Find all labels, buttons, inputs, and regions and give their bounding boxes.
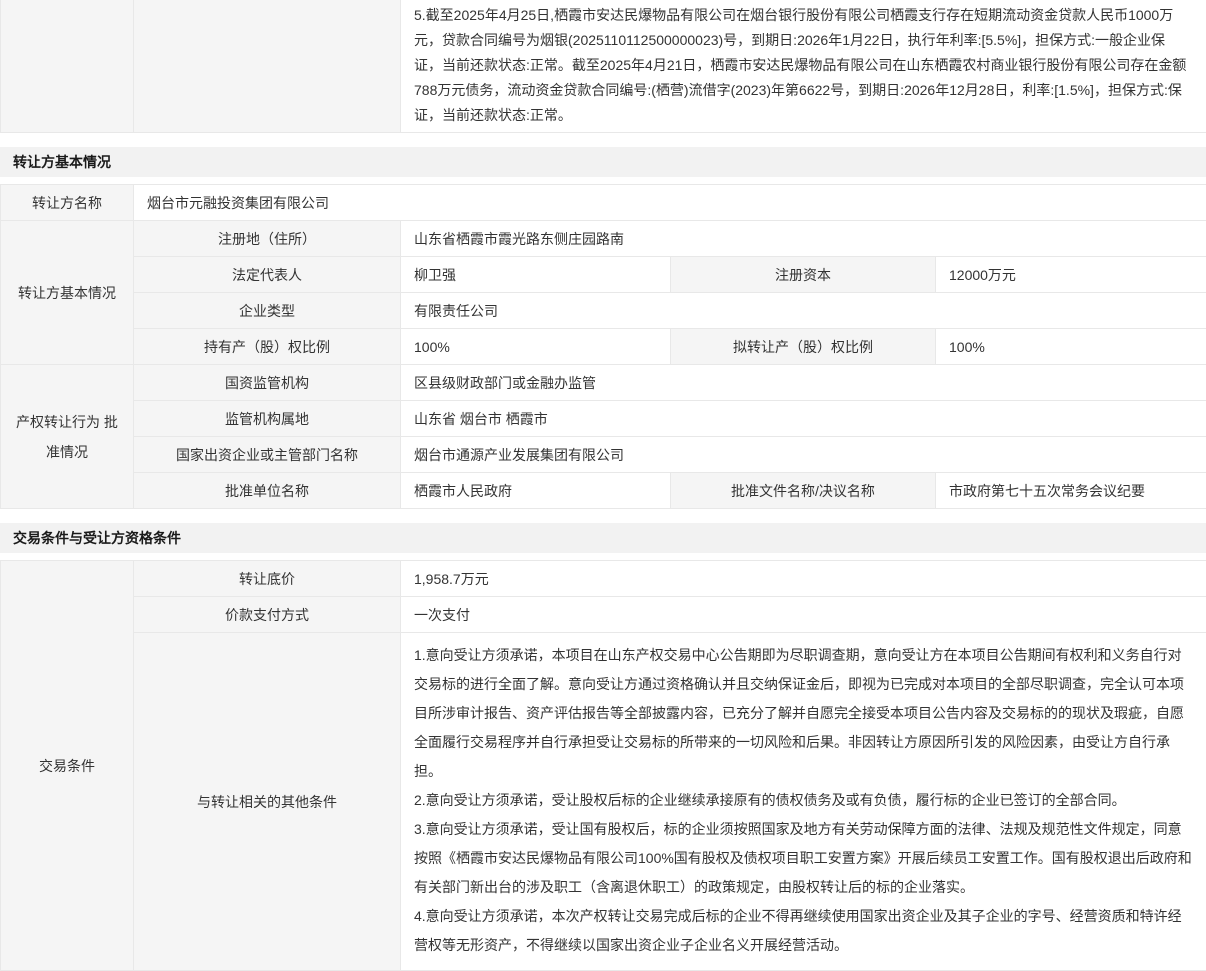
row-value-regulator-region: 山东省 烟台市 栖霞市 [401, 401, 1206, 437]
row-value-transferor-name: 烟台市元融投资集团有限公司 [134, 185, 1206, 221]
row-label-state-funded-enterprise: 国家出资企业或主管部门名称 [134, 437, 401, 473]
row-value-transfer-equity-ratio: 100% [936, 329, 1206, 365]
row-value-payment-method: 一次支付 [401, 597, 1206, 633]
empty-group-label-cell [1, 0, 134, 133]
row-label-registered-address: 注册地（住所） [134, 221, 401, 257]
condition-paragraph-4: 4.意向受让方须承诺，本次产权转让交易完成后标的企业不得再继续使用国家出资企业及… [414, 902, 1193, 960]
top-continuation-table: 5.截至2025年4月25日,栖霞市安达民爆物品有限公司在烟台银行股份有限公司栖… [0, 0, 1206, 133]
table-row: 持有产（股）权比例 100% 拟转让产（股）权比例 100% [1, 329, 1206, 365]
row-label-sasac-regulator: 国资监管机构 [134, 365, 401, 401]
row-value-approval-document: 市政府第七十五次常务会议纪要 [936, 473, 1206, 509]
table-row: 批准单位名称 栖霞市人民政府 批准文件名称/决议名称 市政府第七十五次常务会议纪… [1, 473, 1206, 509]
row-value-legal-representative: 柳卫强 [401, 257, 671, 293]
condition-paragraph-1: 1.意向受让方须承诺，本项目在山东产权交易中心公告期即为尽职调查期，意向受让方在… [414, 641, 1193, 786]
table-row: 转让方名称 烟台市元融投资集团有限公司 [1, 185, 1206, 221]
table-row: 交易条件 转让底价 1,958.7万元 [1, 561, 1206, 597]
table-row: 法定代表人 柳卫强 注册资本 12000万元 [1, 257, 1206, 293]
table-row: 产权转让行为 批准情况 国资监管机构 区县级财政部门或金融办监管 [1, 365, 1206, 401]
section-title-transferor-info: 转让方基本情况 [0, 147, 1206, 177]
row-label-transfer-equity-ratio: 拟转让产（股）权比例 [671, 329, 936, 365]
row-value-registered-address: 山东省栖霞市霞光路东侧庄园路南 [401, 221, 1206, 257]
transaction-conditions-table: 交易条件 转让底价 1,958.7万元 价款支付方式 一次支付 与转让相关的其他… [0, 560, 1206, 971]
group-label-basic-info: 转让方基本情况 [1, 221, 134, 365]
row-value-state-funded-enterprise: 烟台市通源产业发展集团有限公司 [401, 437, 1206, 473]
empty-sub-label-cell [134, 0, 401, 133]
row-label-payment-method: 价款支付方式 [134, 597, 401, 633]
row-label-legal-representative: 法定代表人 [134, 257, 401, 293]
row-label-approval-unit: 批准单位名称 [134, 473, 401, 509]
row-label-registered-capital: 注册资本 [671, 257, 936, 293]
row-value-sasac-regulator: 区县级财政部门或金融办监管 [401, 365, 1206, 401]
table-row: 国家出资企业或主管部门名称 烟台市通源产业发展集团有限公司 [1, 437, 1206, 473]
transferor-info-table: 转让方名称 烟台市元融投资集团有限公司 转让方基本情况 注册地（住所） 山东省栖… [0, 184, 1206, 509]
table-row: 与转让相关的其他条件 1.意向受让方须承诺，本项目在山东产权交易中心公告期即为尽… [1, 633, 1206, 971]
debt-detail-text: 5.截至2025年4月25日,栖霞市安达民爆物品有限公司在烟台银行股份有限公司栖… [401, 0, 1206, 133]
row-label-held-equity-ratio: 持有产（股）权比例 [134, 329, 401, 365]
group-label-transaction-conditions: 交易条件 [1, 561, 134, 971]
section-title-transaction-conditions: 交易条件与受让方资格条件 [0, 523, 1206, 553]
condition-paragraph-2: 2.意向受让方须承诺，受让股权后标的企业继续承接原有的债权债务及或有负债，履行标… [414, 786, 1193, 815]
group-label-approval-info: 产权转让行为 批准情况 [1, 365, 134, 509]
row-label-floor-price: 转让底价 [134, 561, 401, 597]
table-row: 转让方基本情况 注册地（住所） 山东省栖霞市霞光路东侧庄园路南 [1, 221, 1206, 257]
row-value-held-equity-ratio: 100% [401, 329, 671, 365]
table-row: 价款支付方式 一次支付 [1, 597, 1206, 633]
row-label-enterprise-type: 企业类型 [134, 293, 401, 329]
row-value-floor-price: 1,958.7万元 [401, 561, 1206, 597]
table-row: 监管机构属地 山东省 烟台市 栖霞市 [1, 401, 1206, 437]
row-label-approval-document: 批准文件名称/决议名称 [671, 473, 936, 509]
row-label-other-conditions: 与转让相关的其他条件 [134, 633, 401, 971]
row-value-registered-capital: 12000万元 [936, 257, 1206, 293]
condition-paragraph-3: 3.意向受让方须承诺，受让国有股权后，标的企业须按照国家及地方有关劳动保障方面的… [414, 815, 1193, 902]
row-label-regulator-region: 监管机构属地 [134, 401, 401, 437]
row-value-enterprise-type: 有限责任公司 [401, 293, 1206, 329]
table-row: 5.截至2025年4月25日,栖霞市安达民爆物品有限公司在烟台银行股份有限公司栖… [1, 0, 1206, 133]
table-row: 企业类型 有限责任公司 [1, 293, 1206, 329]
row-value-other-conditions: 1.意向受让方须承诺，本项目在山东产权交易中心公告期即为尽职调查期，意向受让方在… [401, 633, 1206, 971]
row-label-transferor-name: 转让方名称 [1, 185, 134, 221]
row-value-approval-unit: 栖霞市人民政府 [401, 473, 671, 509]
